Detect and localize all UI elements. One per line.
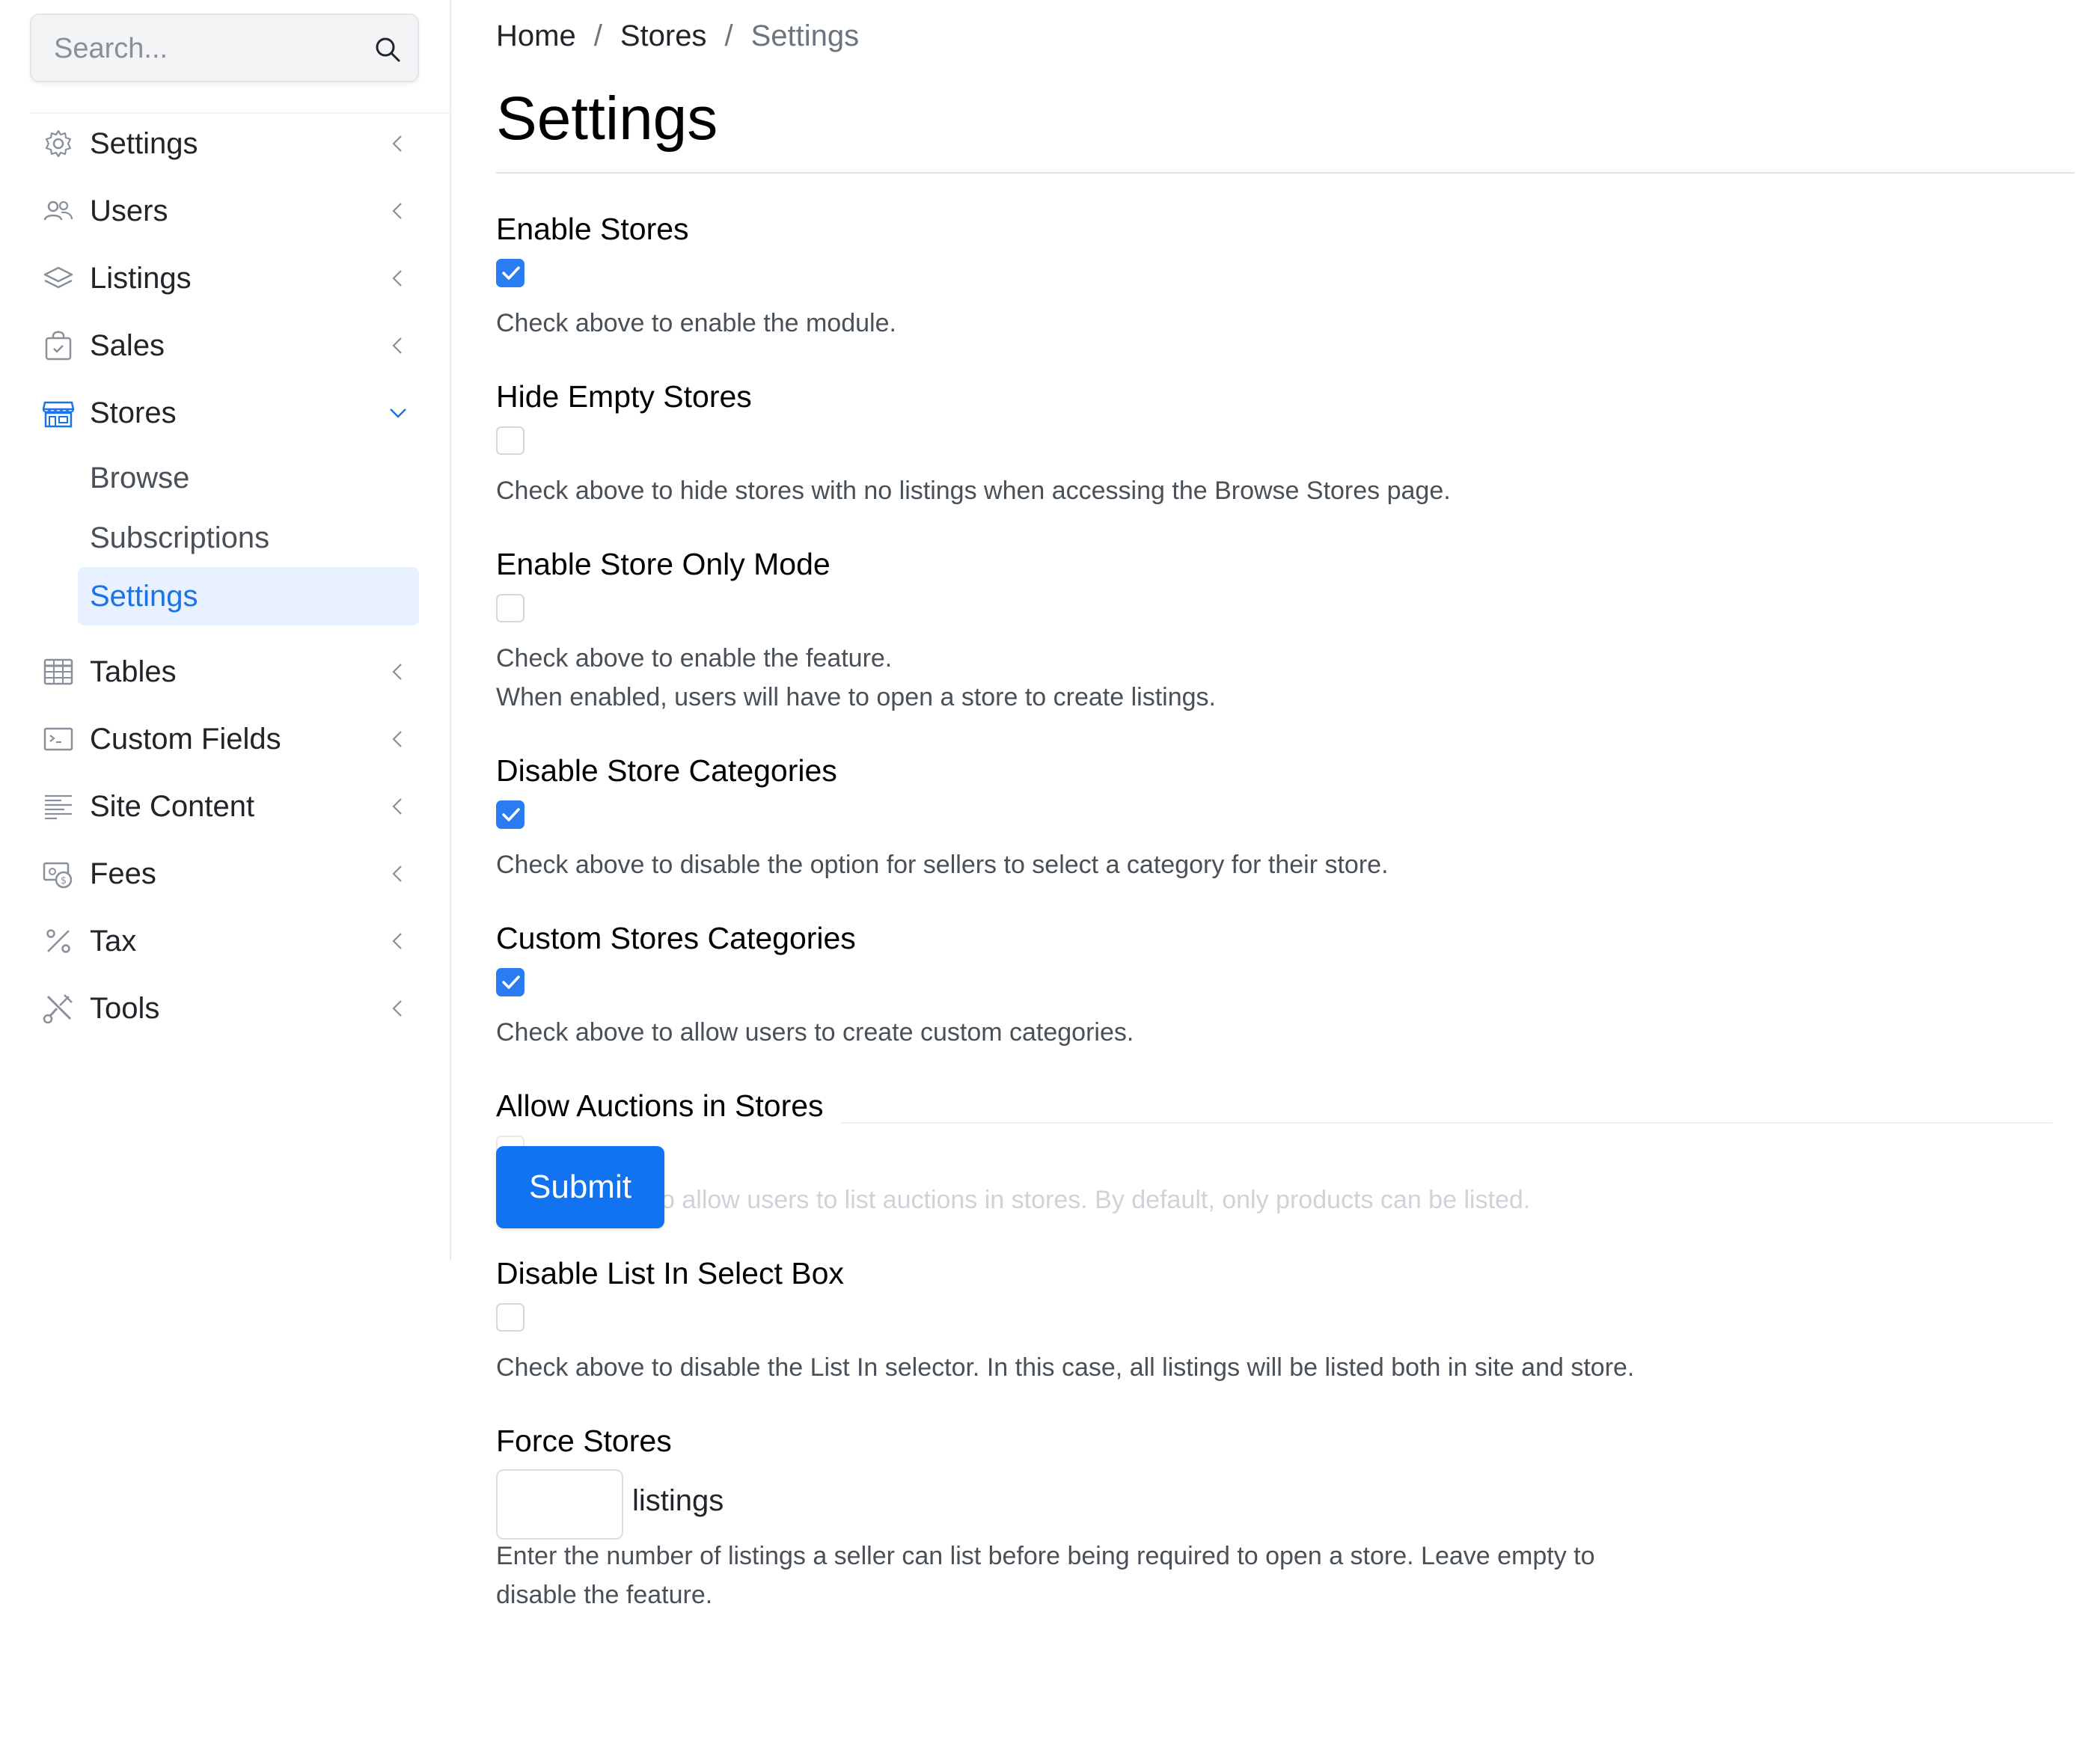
field-label-allow-auctions: Allow Auctions in Stores [496,1088,824,1123]
checkmark-icon [502,808,520,821]
force-stores-input[interactable] [496,1469,623,1540]
bag-icon [45,331,72,361]
submit-button[interactable]: Submit [496,1146,664,1228]
help-text: Check above to allow users to create cus… [496,1018,1134,1047]
sidebar-item-sales[interactable]: Sales [42,319,409,373]
layers-icon [43,266,73,289]
field-label-enable-stores: Enable Stores [496,212,689,246]
help-text: When enabled, users will have to open a … [496,683,1216,711]
chevron-left-icon [392,866,402,882]
breadcrumb-separator: / [593,19,602,52]
field-label-hide-empty-stores: Hide Empty Stores [496,379,752,414]
sidebar-subitem-settings[interactable]: Settings [78,567,419,625]
sidebar-item-label: Tables [90,655,177,688]
field-label-disable-store-categories: Disable Store Categories [496,753,837,788]
chevron-left-icon [392,1000,402,1017]
field-label-disable-list-in: Disable List In Select Box [496,1256,844,1290]
sidebar-subitem-browse[interactable]: Browse [78,449,419,507]
page-title: Settings [496,85,718,153]
chevron-left-icon [392,798,402,815]
custom-stores-categories-checkbox[interactable] [496,968,524,996]
table-icon [43,658,73,685]
checkmark-icon [502,266,520,280]
breadcrumb-separator: / [724,19,733,52]
sidebar-item-listings[interactable]: Listings [42,251,409,305]
tools-icon [43,994,73,1024]
sidebar-subitem-subscriptions[interactable]: Subscriptions [78,509,419,567]
chevron-left-icon [392,731,402,747]
chevron-left-icon [392,337,402,354]
field-label-custom-stores-categories: Custom Stores Categories [496,921,856,955]
sidebar: Settings Users Listing [0,0,451,1261]
sidebar-item-label: Users [90,194,168,227]
search-input[interactable] [54,30,368,67]
sticky-bar-divider [840,1122,2052,1124]
checkmark-icon [502,976,520,989]
search-box [30,13,419,82]
app-root: Settings Users Listing [0,0,2095,1764]
sidebar-item-label: Fees [90,857,156,890]
chevron-left-icon [392,203,402,219]
enable-stores-checkbox[interactable] [496,259,524,287]
disable-store-categories-checkbox[interactable] [496,800,524,829]
sidebar-item-tax[interactable]: Tax [42,914,409,968]
breadcrumb: Home / Stores / Settings [496,16,859,55]
terminal-icon [43,727,73,751]
sidebar-item-label: Stores [90,396,177,429]
gear-icon [45,129,72,158]
sidebar-item-settings[interactable]: Settings [42,117,409,171]
sidebar-item-label: Tools [90,991,160,1025]
sidebar-item-custom-fields[interactable]: Custom Fields [42,712,409,766]
help-text: Check above to hide stores with no listi… [496,477,1451,505]
store-icon [42,401,75,428]
chevron-left-icon [392,270,402,287]
field-label-force-stores: Force Stores [496,1424,672,1458]
help-text: Enter the number of listings a seller ca… [496,1542,1595,1570]
hide-empty-stores-checkbox[interactable] [496,426,524,455]
input-suffix-listings: listings [632,1484,724,1517]
chevron-left-icon [392,135,402,152]
field-label-store-only-mode: Enable Store Only Mode [496,547,831,581]
sidebar-item-label: Sales [90,328,165,362]
sidebar-item-label: Listings [90,261,192,295]
breadcrumb-home[interactable]: Home [496,19,576,53]
help-text: Check above to enable the feature. [496,644,893,673]
help-text: disable the feature. [496,1581,713,1609]
users-icon [43,200,73,221]
text-lines-icon [45,794,72,820]
sidebar-item-tools[interactable]: Tools [42,981,409,1035]
search-icon[interactable] [373,34,403,64]
chevron-left-icon [392,664,402,680]
sidebar-item-label: Site Content [90,789,255,823]
breadcrumb-stores[interactable]: Stores [620,19,707,53]
help-text: o allow users to list auctions in stores… [661,1186,1531,1214]
sidebar-item-site-content[interactable]: Site Content [42,780,409,833]
chevron-left-icon [392,933,402,949]
sidebar-item-label: Custom Fields [90,722,281,756]
help-text: Check above to enable the module. [496,309,896,337]
sidebar-item-label: Settings [90,126,198,160]
store-only-mode-checkbox[interactable] [496,594,524,622]
sidebar-item-users[interactable]: Users [42,184,409,238]
sidebar-item-tables[interactable]: Tables [42,645,409,699]
sidebar-item-fees[interactable]: $ Fees [42,847,409,901]
sidebar-item-label: Tax [90,924,137,958]
svg-text:$: $ [61,875,67,886]
breadcrumb-current: Settings [750,19,860,52]
chevron-down-icon [390,408,406,418]
help-text: Check above to disable the List In selec… [496,1353,1635,1382]
sidebar-divider [30,112,451,114]
disable-list-in-checkbox[interactable] [496,1303,524,1332]
help-text: Check above to disable the option for se… [496,851,1389,879]
fees-icon: $ [43,862,73,889]
sidebar-item-stores[interactable]: Stores [42,386,409,440]
percent-icon [46,929,70,953]
title-divider [496,172,2075,174]
